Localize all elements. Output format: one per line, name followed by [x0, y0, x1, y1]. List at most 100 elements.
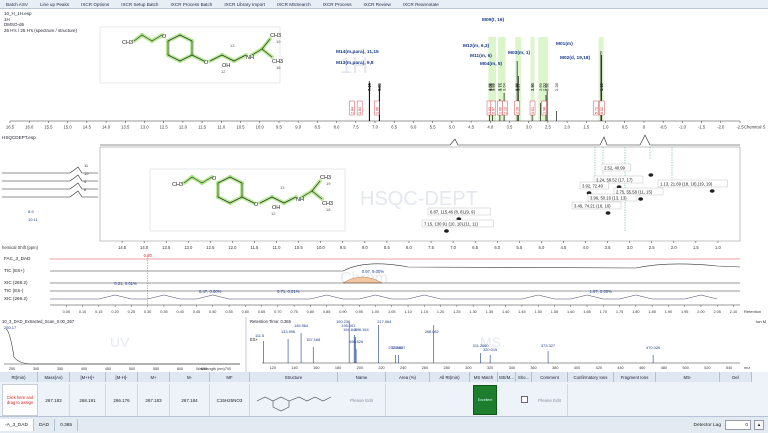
chrom-tick-label-4: 0.25: [128, 310, 135, 314]
h1-peak-label-21: 2.28: [554, 82, 559, 91]
chrom-tick-label-33: 1.70: [600, 310, 607, 314]
hsqc-tick-label-7: 11.0: [273, 245, 282, 250]
table-header-7[interactable]: Structure: [250, 372, 338, 382]
table-cell-mf[interactable]: C15H25NO3: [210, 384, 250, 416]
h1-info-block: 10_H_1H.esp 1H DMSO-d6 26 H's / 25 H's (…: [4, 11, 77, 33]
table-header-5[interactable]: M-: [170, 372, 210, 382]
hsqc-tick-label-17: 6.0: [494, 245, 500, 250]
h1-integral-4: 0.97: [492, 107, 496, 114]
chrom-tick-label-30: 1.55: [551, 310, 558, 314]
hsqc-axis-label: hemical Shift (ppm): [2, 245, 39, 250]
ms-peak-label-0: 133.996: [281, 329, 295, 334]
tab-dad[interactable]: DAD: [34, 419, 56, 431]
table-header-15[interactable]: Confirmatory Ions: [568, 372, 614, 382]
h1-assignment-7: M02(d, 19,18): [560, 55, 591, 61]
detector-lag-spinner-icon[interactable]: ▴: [754, 420, 764, 430]
table-header-9[interactable]: Area (%): [386, 372, 430, 382]
table-header-8[interactable]: Name: [338, 372, 386, 382]
h1-tick-label-19: 7.0: [372, 125, 378, 130]
table-header-12[interactable]: MS/M...: [498, 372, 516, 382]
detector-lag-input[interactable]: 0: [725, 420, 751, 430]
ms-peak-label-1: 145.964: [294, 323, 309, 328]
chrom-tick-label-37: 1.90: [665, 310, 672, 314]
menu-item-4[interactable]: IXCR Process Batch: [164, 2, 218, 7]
show-checkbox[interactable]: [521, 396, 528, 403]
table-header-17[interactable]: MS-: [656, 372, 720, 382]
menu-item-1[interactable]: Line up Peaks: [34, 2, 75, 7]
table-cell-m-[interactable]: 267.184: [170, 384, 210, 416]
h1-atom-number-2: 19: [276, 39, 281, 44]
table-cell-name[interactable]: Please Edit: [338, 384, 386, 416]
hsqc-tick-label-20: 4.5: [561, 245, 567, 250]
chrom-tick-label-2: 0.15: [95, 310, 102, 314]
detector-lag-label: Detector Lag: [693, 422, 721, 428]
h1-tick-label-29: 2.0: [564, 125, 570, 130]
uv-tick-label-2: 350: [57, 367, 63, 371]
table-cell-m-[interactable]: 267.183: [138, 384, 170, 416]
ms-match-badge[interactable]: Excellent: [473, 385, 497, 415]
table-header-11[interactable]: MS Match: [470, 372, 498, 382]
table-header-13[interactable]: Sho...: [516, 372, 532, 382]
h1-atom-2: O: [204, 60, 209, 66]
hsqc-panel[interactable]: HSQCDEPT.esp HSQC-DEPT 11 10 9 8 8.9 10.11 3.24,…: [0, 133, 768, 254]
ms-tick-label-5: 220: [378, 366, 384, 370]
chrom-tick-label-13: 0.70: [274, 310, 281, 314]
table-header-4[interactable]: M+: [138, 372, 170, 382]
menu-item-8[interactable]: IXCR Review: [358, 2, 397, 7]
ms-tick-label-3: 180: [335, 366, 341, 370]
ms-tick-label-16: 440: [617, 366, 623, 370]
menu-item-3[interactable]: IXCR Setup Batch: [115, 2, 164, 7]
h1-nmr-panel[interactable]: 1H CH3 O O OH NH CH3 CH3 12 13 19 18 7.15 7.14 6.89 6.8…: [0, 9, 768, 134]
uv-ms-panel[interactable]: 10_3_DAD_Extracted_Scan_0.00_367 UV 250.17…: [0, 317, 768, 373]
table-header-3[interactable]: [M-H]-: [106, 372, 138, 382]
menu-item-6[interactable]: IXCR MSSearch: [271, 2, 317, 7]
table-header-2[interactable]: [M+H]+: [70, 372, 106, 382]
ms-tick-label-2: 160: [313, 366, 319, 370]
h1-assignment-4: M11(m, 6): [470, 53, 492, 59]
table-header-10[interactable]: All Rt(min): [430, 372, 470, 382]
ms-tick-label-4: 200: [357, 366, 363, 370]
table-cell--m-h-[interactable]: 266.176: [106, 384, 138, 416]
chrom-trace-4: [50, 294, 718, 300]
table-header-1[interactable]: Mass(Av): [38, 372, 70, 382]
uv-tick-label-9: 700: [225, 367, 231, 371]
table-header-18[interactable]: Del: [720, 372, 752, 382]
chrom-tick-label-16: 0.85: [323, 310, 330, 314]
menu-item-7[interactable]: IXCR Process: [317, 2, 358, 7]
ms-tick-label-18: 480: [661, 366, 667, 370]
table-cell-mass-av-[interactable]: 267.183: [38, 384, 70, 416]
table-header-0[interactable]: Rt(min): [0, 372, 38, 382]
menu-item-0[interactable]: Batch ASV: [0, 2, 34, 7]
table-cell--m-h-[interactable]: 268.191: [70, 384, 106, 416]
uv-title: 10_3_DAD_Extracted_Scan_0.00_367: [2, 319, 75, 324]
chrom-peak-label-4: 0.71, 0.01%: [277, 289, 300, 294]
chrom-axis-label: Retention: [744, 309, 761, 314]
menu-item-2[interactable]: IXCR Options: [75, 2, 115, 7]
chrom-tick-label-25: 1.30: [469, 310, 476, 314]
results-table[interactable]: Click here and drag to assign Excellent …: [0, 372, 768, 417]
chrom-trace-label-4: XIC (266.2): [4, 296, 28, 301]
row-structure-thumbnail[interactable]: [251, 385, 337, 415]
table-header-16[interactable]: Fragment Ions: [614, 372, 656, 382]
table-cell-comment[interactable]: Please Edit: [532, 384, 568, 416]
table-header-14[interactable]: Comment: [532, 372, 568, 382]
hsqc-crosspeak-8: [444, 229, 449, 233]
chrom-tick-label-24: 1.25: [453, 310, 460, 314]
ms-peak-label-16: 111.5: [255, 333, 264, 338]
table-header-6[interactable]: MF: [210, 372, 250, 382]
chrom-tick-label-27: 1.40: [502, 310, 509, 314]
chrom-tick-label-20: 1.05: [388, 310, 395, 314]
h1-tick-label-0: 16.5: [6, 125, 15, 130]
hsqc-tick-label-5: 12.0: [228, 245, 237, 250]
hsqc-atom-4: NH: [296, 197, 304, 203]
chromatogram-panel[interactable]: ChromFAC_3_DADTIC (ES+)XIC (268.2)TIC (E…: [0, 253, 768, 318]
tab-dad-trace[interactable]: -A_3_DAD: [0, 419, 34, 431]
h1-peak-label-14: 3.27: [516, 82, 521, 91]
menu-item-9[interactable]: IXCR Reannotate: [397, 2, 445, 7]
ms-peak-label-5: 196.154: [355, 327, 370, 332]
drop-assign-box[interactable]: Click here and drag to assign: [2, 384, 38, 416]
h1-tick-label-24: 4.5: [468, 125, 474, 130]
hsqc-tick-label-10: 9.5: [340, 245, 346, 250]
chrom-tick-label-17: 0.90: [339, 310, 346, 314]
menu-item-5[interactable]: IXCR Library Import: [218, 2, 271, 7]
